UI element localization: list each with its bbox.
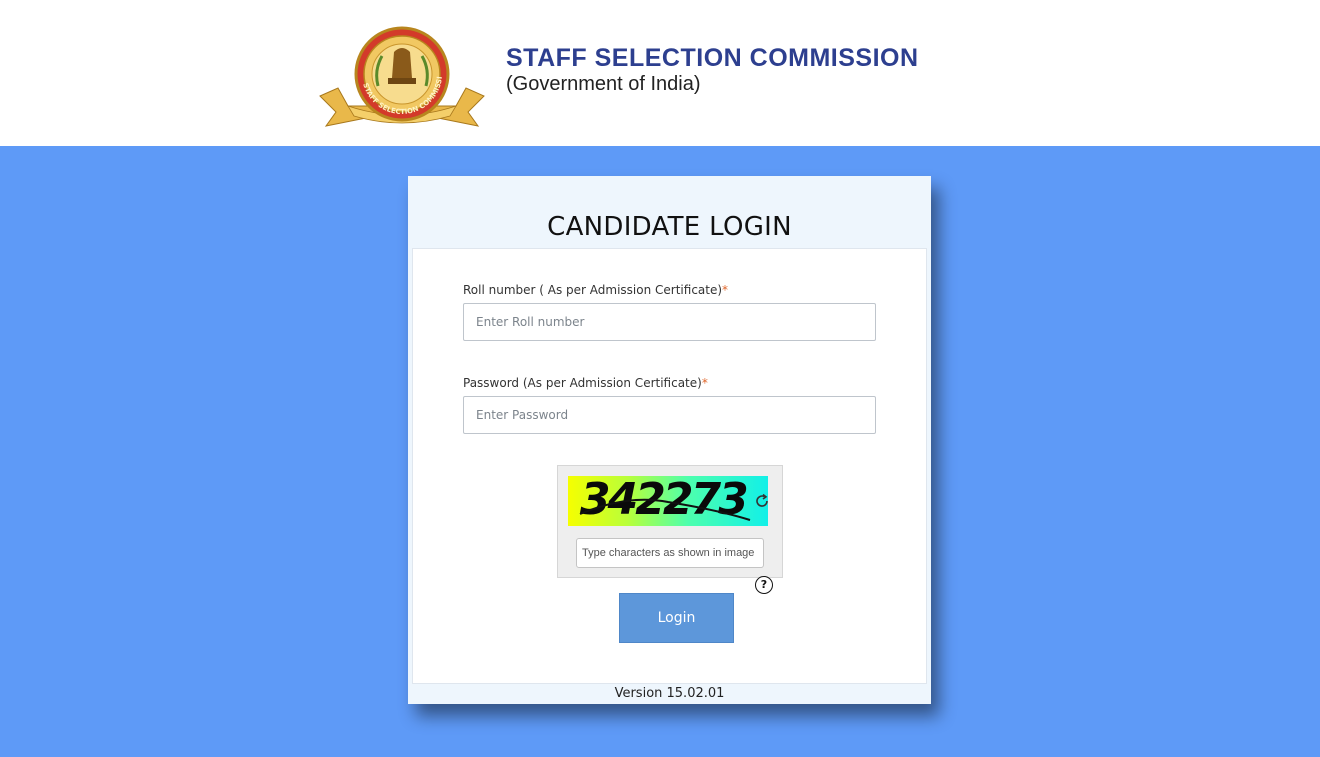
login-button[interactable]: Login xyxy=(619,593,734,643)
org-title: STAFF SELECTION COMMISSION xyxy=(506,44,919,72)
password-label-text: Password (As per Admission Certificate) xyxy=(463,376,702,390)
required-mark: * xyxy=(701,376,708,390)
page-title: CANDIDATE LOGIN xyxy=(547,212,792,242)
captcha-input[interactable] xyxy=(576,538,764,568)
required-mark: * xyxy=(722,283,729,297)
password-input[interactable] xyxy=(463,396,876,434)
org-subtitle: (Government of India) xyxy=(506,73,701,95)
roll-number-label-text: Roll number ( As per Admission Certifica… xyxy=(463,283,723,297)
password-label: Password (As per Admission Certificate)* xyxy=(463,376,708,390)
roll-number-input[interactable] xyxy=(463,303,876,341)
roll-number-label: Roll number ( As per Admission Certifica… xyxy=(463,283,728,297)
captcha-panel: 342273 xyxy=(557,465,783,578)
captcha-noise-line xyxy=(579,498,751,521)
refresh-icon[interactable] xyxy=(754,493,770,509)
version-text: Version 15.02.01 xyxy=(614,686,725,701)
site-header: STAFF SELECTION COMMISSION STAFF SELECTI… xyxy=(0,0,1320,146)
captcha-image: 342273 xyxy=(568,476,768,526)
login-form: Roll number ( As per Admission Certifica… xyxy=(412,248,927,684)
help-icon[interactable]: ? xyxy=(755,576,773,594)
ssc-emblem-icon: STAFF SELECTION COMMISSION xyxy=(318,26,485,127)
login-card: CANDIDATE LOGIN Roll number ( As per Adm… xyxy=(408,176,931,704)
